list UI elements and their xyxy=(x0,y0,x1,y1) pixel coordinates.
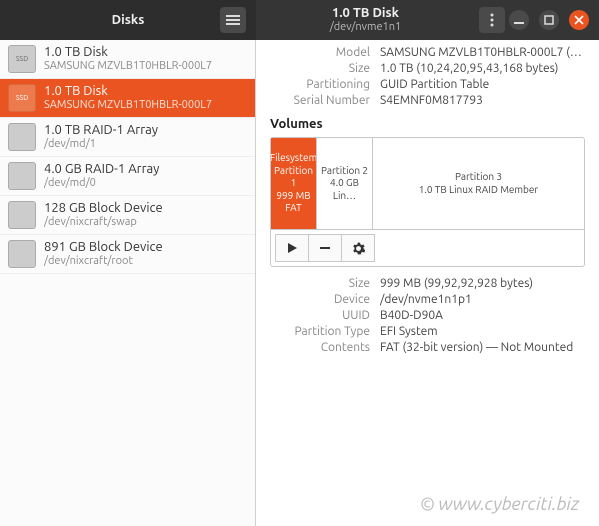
size-value: 1.0 TB (10,24,20,95,43,168 bytes) xyxy=(380,62,585,75)
part-uuid-value: B40D-D90A xyxy=(380,309,585,322)
disk-name: 1.0 TB RAID-1 Array xyxy=(44,122,158,138)
partition-settings-button[interactable] xyxy=(341,234,375,262)
model-value: SAMSUNG MZVLB1T0HBLR-000L7 (4M2… xyxy=(380,46,585,59)
part-contents-value: FAT (32-bit version) — Not Mounted xyxy=(380,341,585,354)
maximize-button[interactable] xyxy=(539,10,559,30)
part-size-value: 999 MB (99,92,92,928 bytes) xyxy=(380,277,585,290)
partition-label-line: Partition 2 xyxy=(321,165,368,178)
partition-label-line: 4.0 GB Lin… xyxy=(319,177,370,202)
serial-label: Serial Number xyxy=(270,94,370,107)
drive-icon: SSD xyxy=(8,84,36,112)
partition[interactable]: Partition 24.0 GB Lin… xyxy=(317,138,373,229)
drive-icon xyxy=(8,240,36,268)
disk-item[interactable]: SSD 1.0 TB DiskSAMSUNG MZVLB1T0HBLR-000L7 xyxy=(0,79,255,118)
model-label: Model xyxy=(270,46,370,59)
window-title: 1.0 TB Disk xyxy=(256,6,475,22)
disk-item[interactable]: 4.0 GB RAID-1 Array/dev/md/0 xyxy=(0,157,255,196)
drive-icon xyxy=(8,123,36,151)
volume-box: FilesystemPartition 1999 MB FATPartition… xyxy=(270,137,585,267)
minimize-button[interactable] xyxy=(509,10,529,30)
delete-partition-button[interactable] xyxy=(308,234,342,262)
partition-label-line: Partition 1 xyxy=(273,165,314,190)
disk-name: 128 GB Block Device xyxy=(44,200,163,216)
volume-toolbar xyxy=(271,230,584,266)
disk-item[interactable]: 1.0 TB RAID-1 Array/dev/md/1 xyxy=(0,118,255,157)
part-type-label: Partition Type xyxy=(270,325,370,338)
partition-label-line: 1.0 TB Linux RAID Member xyxy=(419,184,538,197)
partitioning-label: Partitioning xyxy=(270,78,370,91)
volumes-header: Volumes xyxy=(270,117,585,131)
disk-name: 4.0 GB RAID-1 Array xyxy=(44,161,159,177)
close-button[interactable] xyxy=(569,10,589,30)
serial-value: S4EMNF0M817793 xyxy=(380,94,585,107)
minus-icon xyxy=(319,242,331,254)
partitioning-value: GUID Partition Table xyxy=(380,78,585,91)
disk-desc: SAMSUNG MZVLB1T0HBLR-000L7 xyxy=(44,99,212,113)
sidebar-title: Disks xyxy=(112,13,145,27)
close-icon xyxy=(574,15,584,25)
partition-label-line: Partition 3 xyxy=(455,171,502,184)
disk-desc: /dev/nixcraft/swap xyxy=(44,216,163,230)
maximize-icon xyxy=(544,15,554,25)
part-type-value: EFI System xyxy=(380,325,585,338)
disk-desc: SAMSUNG MZVLB1T0HBLR-000L7 xyxy=(44,60,212,74)
disk-name: 891 GB Block Device xyxy=(44,239,163,255)
hamburger-icon xyxy=(226,13,240,27)
drive-menu-button[interactable] xyxy=(479,7,505,33)
disk-name: 1.0 TB Disk xyxy=(44,83,212,99)
mount-button[interactable] xyxy=(275,234,309,262)
disk-item[interactable]: 128 GB Block Device/dev/nixcraft/swap xyxy=(0,196,255,235)
kebab-icon xyxy=(486,13,498,27)
gear-icon xyxy=(352,242,365,255)
detail-pane: Model SAMSUNG MZVLB1T0HBLR-000L7 (4M2… S… xyxy=(256,40,599,526)
disk-desc: /dev/nixcraft/root xyxy=(44,255,163,269)
disk-name: 1.0 TB Disk xyxy=(44,44,212,60)
part-contents-label: Contents xyxy=(270,341,370,354)
partition[interactable]: Partition 31.0 TB Linux RAID Member xyxy=(373,138,584,229)
drive-icon: SSD xyxy=(8,45,36,73)
partition[interactable]: FilesystemPartition 1999 MB FAT xyxy=(271,138,317,229)
part-size-label: Size xyxy=(270,277,370,290)
drive-icon xyxy=(8,201,36,229)
part-uuid-label: UUID xyxy=(270,309,370,322)
titlebar: Disks 1.0 TB Disk /dev/nvme1n1 xyxy=(0,0,599,40)
disk-desc: /dev/md/0 xyxy=(44,177,159,191)
sidebar-menu-button[interactable] xyxy=(220,7,246,33)
size-label: Size xyxy=(270,62,370,75)
drive-icon xyxy=(8,162,36,190)
disk-item[interactable]: 891 GB Block Device/dev/nixcraft/root xyxy=(0,235,255,274)
part-device-value: /dev/nvme1n1p1 xyxy=(380,293,585,306)
window-subtitle: /dev/nvme1n1 xyxy=(256,21,475,34)
play-icon xyxy=(286,242,298,254)
disk-list: SSD1.0 TB DiskSAMSUNG MZVLB1T0HBLR-000L7… xyxy=(0,40,256,526)
disk-item[interactable]: SSD 1.0 TB DiskSAMSUNG MZVLB1T0HBLR-000L7 xyxy=(0,40,255,79)
partition-label-line: 999 MB FAT xyxy=(273,190,314,215)
part-device-label: Device xyxy=(270,293,370,306)
partition-map: FilesystemPartition 1999 MB FATPartition… xyxy=(271,138,584,230)
disk-desc: /dev/md/1 xyxy=(44,138,158,152)
minimize-icon xyxy=(514,15,524,25)
partition-label-line: Filesystem xyxy=(271,152,317,165)
